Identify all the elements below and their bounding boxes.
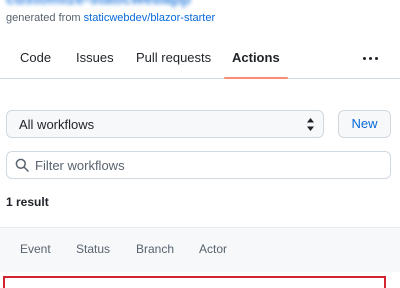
tab-code[interactable]: Code bbox=[20, 50, 51, 78]
event-filter[interactable]: Event bbox=[20, 242, 51, 256]
template-repo-link[interactable]: staticwebdev/blazor-starter bbox=[84, 12, 215, 24]
generated-from-prefix: generated from bbox=[6, 12, 81, 24]
actor-filter[interactable]: Actor bbox=[199, 242, 227, 256]
repo-title[interactable]: customize-staticwebapp bbox=[6, 0, 191, 8]
branch-filter[interactable]: Branch bbox=[136, 242, 174, 256]
workflow-select-value: All workflows bbox=[19, 117, 95, 132]
workflow-select[interactable]: All workflows bbox=[6, 110, 324, 138]
more-options-icon[interactable] bbox=[361, 52, 381, 66]
filter-workflows-field[interactable] bbox=[6, 151, 391, 179]
search-icon bbox=[15, 158, 29, 172]
status-filter[interactable]: Status bbox=[76, 242, 110, 256]
filter-workflows-input[interactable] bbox=[35, 155, 375, 175]
generated-from-text: generated from staticwebdev/blazor-start… bbox=[6, 12, 215, 24]
repo-header: customize-staticwebapp generated from st… bbox=[0, 0, 400, 26]
tab-issues[interactable]: Issues bbox=[76, 50, 114, 78]
select-caret-icon bbox=[307, 118, 314, 131]
tab-actions[interactable]: Actions bbox=[224, 50, 288, 79]
table-filters-bar: Event Status Branch Actor bbox=[0, 227, 400, 272]
tab-pull-requests[interactable]: Pull requests bbox=[136, 50, 211, 78]
workflow-run-row[interactable] bbox=[3, 276, 386, 288]
new-workflow-button[interactable]: New bbox=[338, 110, 391, 138]
result-count: 1 result bbox=[6, 195, 49, 209]
repo-nav-tabs: Code Issues Pull requests Actions bbox=[0, 44, 400, 79]
